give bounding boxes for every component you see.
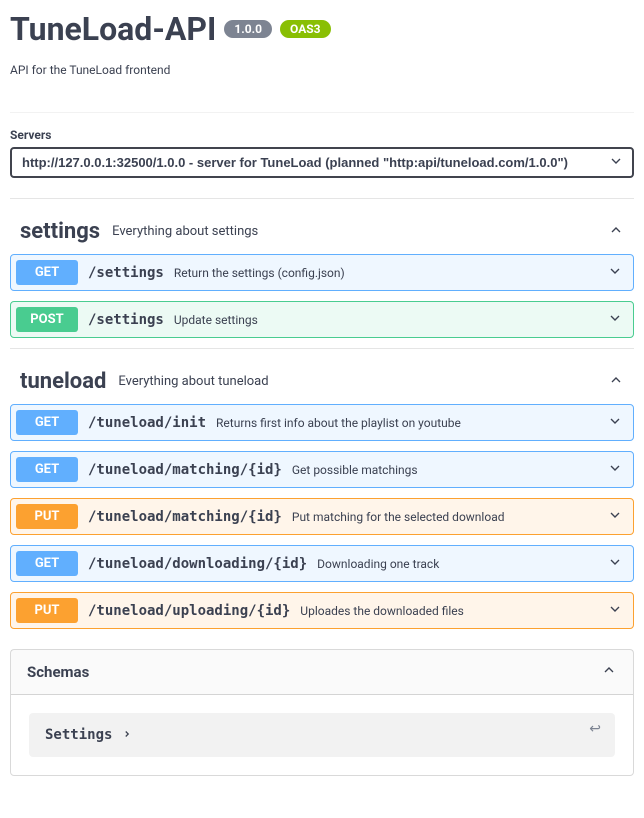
chevron-up-icon [601, 662, 617, 682]
operation-path: /settings [88, 312, 164, 328]
api-description: API for the TuneLoad frontend [10, 63, 634, 77]
operation-summary: Downloading one track [317, 557, 607, 571]
tag-name: settings [20, 219, 100, 244]
chevron-down-icon [607, 460, 623, 480]
operation-summary: Return the settings (config.json) [174, 266, 607, 280]
api-title: TuneLoad-API [10, 10, 216, 48]
servers-label: Servers [10, 128, 634, 142]
operation-row[interactable]: PUT/tuneload/uploading/{id} Uploades the … [10, 592, 634, 629]
operation-path: /tuneload/matching/{id} [88, 509, 282, 525]
chevron-down-icon [607, 554, 623, 574]
server-select[interactable]: http://127.0.0.1:32500/1.0.0 - server fo… [10, 147, 634, 178]
operation-summary: Returns first info about the playlist on… [216, 416, 607, 430]
operation-row[interactable]: GET/tuneload/init Returns first info abou… [10, 404, 634, 441]
chevron-down-icon [607, 507, 623, 527]
operation-summary: Get possible matchings [292, 463, 607, 477]
schemas-title: Schemas [27, 663, 601, 681]
method-badge: GET [16, 551, 78, 576]
chevron-right-icon [122, 727, 132, 743]
method-badge: POST [16, 307, 78, 332]
method-badge: PUT [16, 598, 78, 623]
chevron-down-icon [607, 601, 623, 621]
tag-header[interactable]: tuneload Everything about tuneload [10, 359, 634, 404]
operation-summary: Update settings [174, 313, 607, 327]
schemas-section: Schemas Settings ↩ [10, 649, 634, 776]
operation-summary: Put matching for the selected download [292, 510, 607, 524]
tag-description: Everything about settings [112, 224, 608, 239]
chevron-down-icon [607, 310, 623, 330]
chevron-up-icon [608, 222, 624, 242]
servers-section: Servers http://127.0.0.1:32500/1.0.0 - s… [10, 112, 634, 188]
operation-path: /tuneload/matching/{id} [88, 462, 282, 478]
oas-badge: OAS3 [280, 20, 331, 38]
tag-header[interactable]: settings Everything about settings [10, 209, 634, 254]
operation-row[interactable]: PUT/tuneload/matching/{id} Put matching f… [10, 498, 634, 535]
tag-name: tuneload [20, 369, 106, 394]
operation-row[interactable]: GET/settings Return the settings (config.… [10, 254, 634, 291]
tag-section-tuneload: tuneload Everything about tuneload GET/tun… [10, 348, 634, 629]
api-header: TuneLoad-API 1.0.0 OAS3 API for the Tune… [10, 10, 634, 92]
method-badge: GET [16, 457, 78, 482]
operation-summary: Uploades the downloaded files [300, 604, 607, 618]
chevron-down-icon [607, 413, 623, 433]
operation-row[interactable]: POST/settings Update settings [10, 301, 634, 338]
schema-name: Settings [45, 727, 112, 743]
operation-row[interactable]: GET/tuneload/downloading/{id} Downloading… [10, 545, 634, 582]
schemas-header[interactable]: Schemas [11, 650, 633, 695]
operation-path: /tuneload/init [88, 415, 206, 431]
chevron-up-icon [608, 372, 624, 392]
operation-path: /settings [88, 265, 164, 281]
tag-description: Everything about tuneload [118, 374, 608, 389]
method-badge: GET [16, 410, 78, 435]
operation-row[interactable]: GET/tuneload/matching/{id} Get possible m… [10, 451, 634, 488]
return-icon: ↩ [589, 721, 601, 737]
schema-item[interactable]: Settings ↩ [29, 713, 615, 757]
operation-path: /tuneload/downloading/{id} [88, 556, 307, 572]
operation-path: /tuneload/uploading/{id} [88, 603, 290, 619]
version-badge: 1.0.0 [224, 20, 272, 38]
chevron-down-icon [607, 263, 623, 283]
method-badge: PUT [16, 504, 78, 529]
method-badge: GET [16, 260, 78, 285]
tag-section-settings: settings Everything about settings GET/set… [10, 198, 634, 338]
